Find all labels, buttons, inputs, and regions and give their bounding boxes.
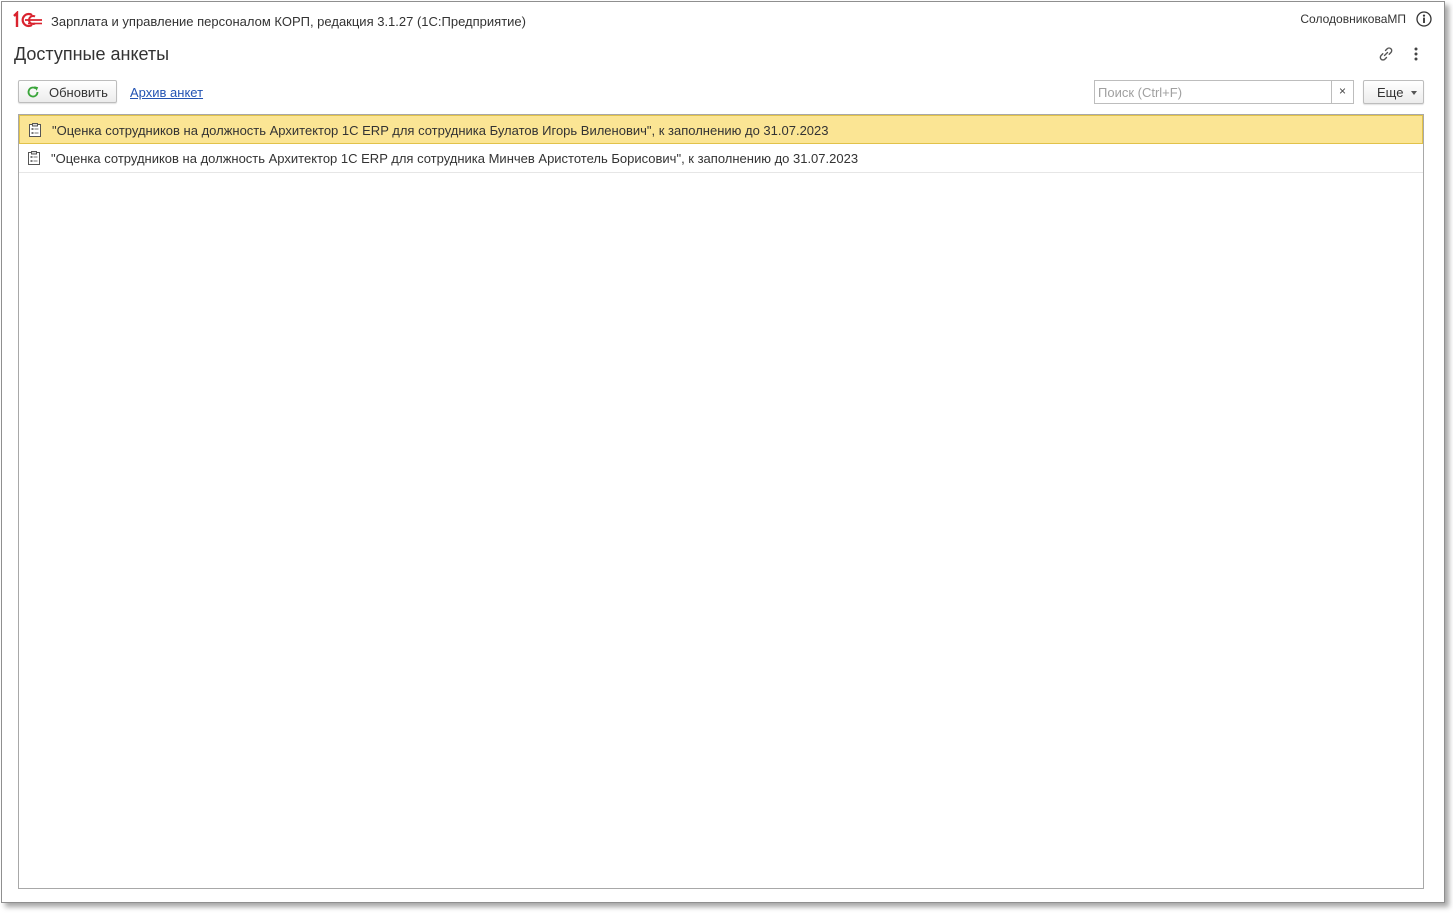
app-title: Зарплата и управление персоналом КОРП, р… (51, 14, 526, 29)
list-item-text: "Оценка сотрудников на должность Архитек… (51, 151, 859, 166)
more-button-label: Еще (1377, 85, 1404, 100)
search-box: × (1094, 80, 1354, 104)
archive-link[interactable]: Архив анкет (130, 85, 203, 100)
link-icon[interactable] (1377, 45, 1395, 63)
page-title: Доступные анкеты (14, 44, 170, 64)
list-item[interactable]: "Оценка сотрудников на должность Архитек… (19, 144, 1423, 173)
questionnaire-icon (28, 151, 40, 165)
more-button[interactable]: Еще (1363, 80, 1424, 104)
questionnaire-icon (29, 123, 41, 137)
search-input[interactable] (1095, 81, 1334, 103)
search-clear-button[interactable]: × (1331, 81, 1353, 103)
info-icon[interactable] (1416, 11, 1432, 27)
title-bar: Зарплата и управление персоналом КОРП, р… (2, 2, 1444, 38)
questionnaire-list[interactable]: "Оценка сотрудников на должность Архитек… (18, 114, 1424, 889)
user-name[interactable]: СолодовниковаМП (1300, 12, 1406, 26)
list-item-text: "Оценка сотрудников на должность Архитек… (52, 123, 829, 138)
refresh-button[interactable]: Обновить (18, 80, 117, 103)
1c-logo-icon (13, 11, 42, 28)
app-window: Зарплата и управление персоналом КОРП, р… (1, 1, 1445, 903)
refresh-icon (27, 86, 39, 98)
dropdown-arrow-icon (1411, 91, 1417, 95)
more-actions-icon[interactable] (1408, 45, 1424, 63)
list-item[interactable]: "Оценка сотрудников на должность Архитек… (19, 115, 1423, 144)
refresh-button-label: Обновить (49, 85, 108, 100)
